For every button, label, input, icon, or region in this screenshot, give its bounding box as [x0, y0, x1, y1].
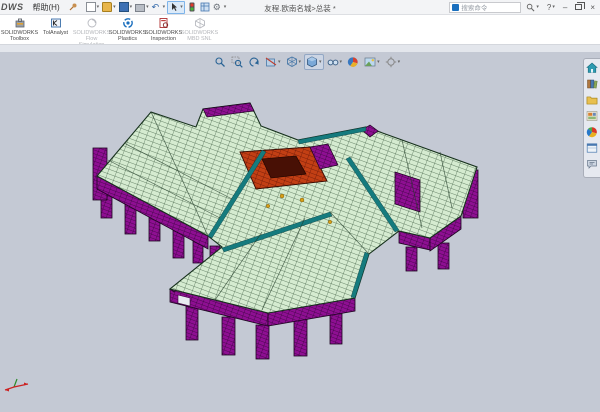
flow-simulation-icon — [86, 17, 98, 29]
task-pane-custom-properties-button[interactable] — [586, 142, 599, 154]
command-search-box[interactable]: 搜索命令 — [449, 2, 521, 13]
display-style-icon — [306, 56, 318, 68]
zoom-to-area-button[interactable] — [229, 54, 245, 70]
print-icon — [135, 4, 145, 12]
magnifier-icon — [526, 3, 535, 12]
save-button[interactable]: ▾ — [118, 1, 134, 14]
tolanalyst-icon — [50, 17, 62, 29]
task-pane-forum-button[interactable] — [586, 158, 599, 170]
tab-tolanalyst[interactable]: TolAnalyst — [38, 16, 73, 36]
view-orientation-button[interactable]: ▾ — [284, 54, 304, 70]
forum-icon — [586, 158, 598, 170]
open-button[interactable]: ▾ — [101, 1, 117, 14]
document-title: 友程.欧南名城>总装 * — [180, 3, 420, 14]
heads-up-view-toolbar: ▾ ▾ ▾ — [212, 54, 402, 70]
plastics-icon — [122, 17, 134, 29]
undo-icon: ↶ — [152, 2, 162, 12]
display-style-button[interactable]: ▾ — [304, 54, 324, 70]
toolbox-icon — [14, 17, 26, 29]
tab-inspection[interactable]: SOLIDWORKS Inspection — [146, 16, 181, 42]
view-settings-button[interactable]: ▾ — [383, 54, 403, 70]
titlebar-right-controls: 搜索命令 ▾ ? ▾ – × — [449, 1, 598, 13]
graphics-viewport[interactable]: ▾ ▾ ▾ — [0, 52, 600, 412]
view-orientation-icon — [286, 56, 298, 68]
commandbar-lower-strip — [0, 44, 600, 52]
new-document-icon — [86, 2, 96, 12]
new-document-button[interactable]: ▾ — [85, 1, 101, 14]
edit-appearance-icon — [347, 56, 359, 68]
restore-icon — [575, 4, 582, 10]
section-view-button[interactable]: ▾ — [263, 54, 283, 70]
minimize-button[interactable]: – — [560, 1, 570, 13]
close-button[interactable]: × — [587, 1, 598, 13]
previous-view-icon — [248, 56, 260, 68]
undo-button[interactable]: ↶ ▾ — [151, 1, 167, 14]
edit-appearance-button[interactable] — [345, 54, 361, 70]
search-input[interactable]: 搜索命令 — [461, 2, 487, 12]
mbd-icon — [194, 17, 206, 29]
inspection-icon — [158, 17, 170, 29]
view-palette-icon — [586, 110, 598, 122]
task-pane-design-library-button[interactable] — [586, 78, 599, 90]
task-pane-appearances-button[interactable] — [586, 126, 599, 138]
restore-button[interactable] — [572, 1, 585, 13]
apply-scene-button[interactable]: ▾ — [362, 54, 382, 70]
search-magnifier-button[interactable]: ▾ — [523, 1, 542, 13]
apply-scene-icon — [364, 56, 376, 68]
zoom-to-area-icon — [231, 56, 243, 68]
file-explorer-icon — [586, 94, 598, 106]
select-cursor-icon — [169, 2, 179, 12]
solidworks-logo: DWS — [0, 2, 28, 12]
origin-triad — [5, 379, 28, 392]
help-button[interactable]: ? ▾ — [544, 1, 558, 13]
view-settings-icon — [385, 56, 397, 68]
menu-help[interactable]: 帮助(H) — [28, 2, 65, 13]
hide-show-items-button[interactable]: ▾ — [325, 54, 345, 70]
home-icon — [586, 62, 598, 74]
solidworks-window: DWS 帮助(H) ▾ ▾ ▾ ▾ ↶ — [0, 0, 600, 412]
tab-mbd-snl[interactable]: SOLIDWORKS MBD SNL — [182, 16, 217, 42]
title-bar: DWS 帮助(H) ▾ ▾ ▾ ▾ ↶ — [0, 0, 600, 15]
pin-menu-icon[interactable] — [68, 2, 78, 12]
formwork-assembly-model[interactable] — [0, 52, 600, 412]
tab-plastics[interactable]: SOLIDWORKS Plastics — [110, 16, 145, 42]
save-icon — [119, 2, 129, 12]
print-button[interactable]: ▾ — [134, 1, 150, 14]
appearances-scenes-icon — [586, 126, 598, 138]
custom-properties-icon — [586, 142, 598, 154]
zoom-to-fit-icon — [214, 56, 226, 68]
open-folder-icon — [102, 2, 112, 12]
hide-show-items-icon — [327, 56, 339, 68]
solidworks-search-icon — [452, 4, 459, 11]
task-pane-view-palette-button[interactable] — [586, 110, 599, 122]
addins-command-bar: SOLIDWORKS Toolbox TolAnalyst SOLIDWORKS… — [0, 15, 600, 44]
design-library-icon — [586, 78, 598, 90]
task-pane-home-button[interactable] — [586, 62, 599, 74]
zoom-to-fit-button[interactable] — [212, 54, 228, 70]
task-pane-file-explorer-button[interactable] — [586, 94, 599, 106]
previous-view-button[interactable] — [246, 54, 262, 70]
section-view-icon — [265, 56, 277, 68]
tab-solidworks-toolbox[interactable]: SOLIDWORKS Toolbox — [2, 16, 37, 42]
task-pane-tab-strip — [583, 58, 600, 178]
